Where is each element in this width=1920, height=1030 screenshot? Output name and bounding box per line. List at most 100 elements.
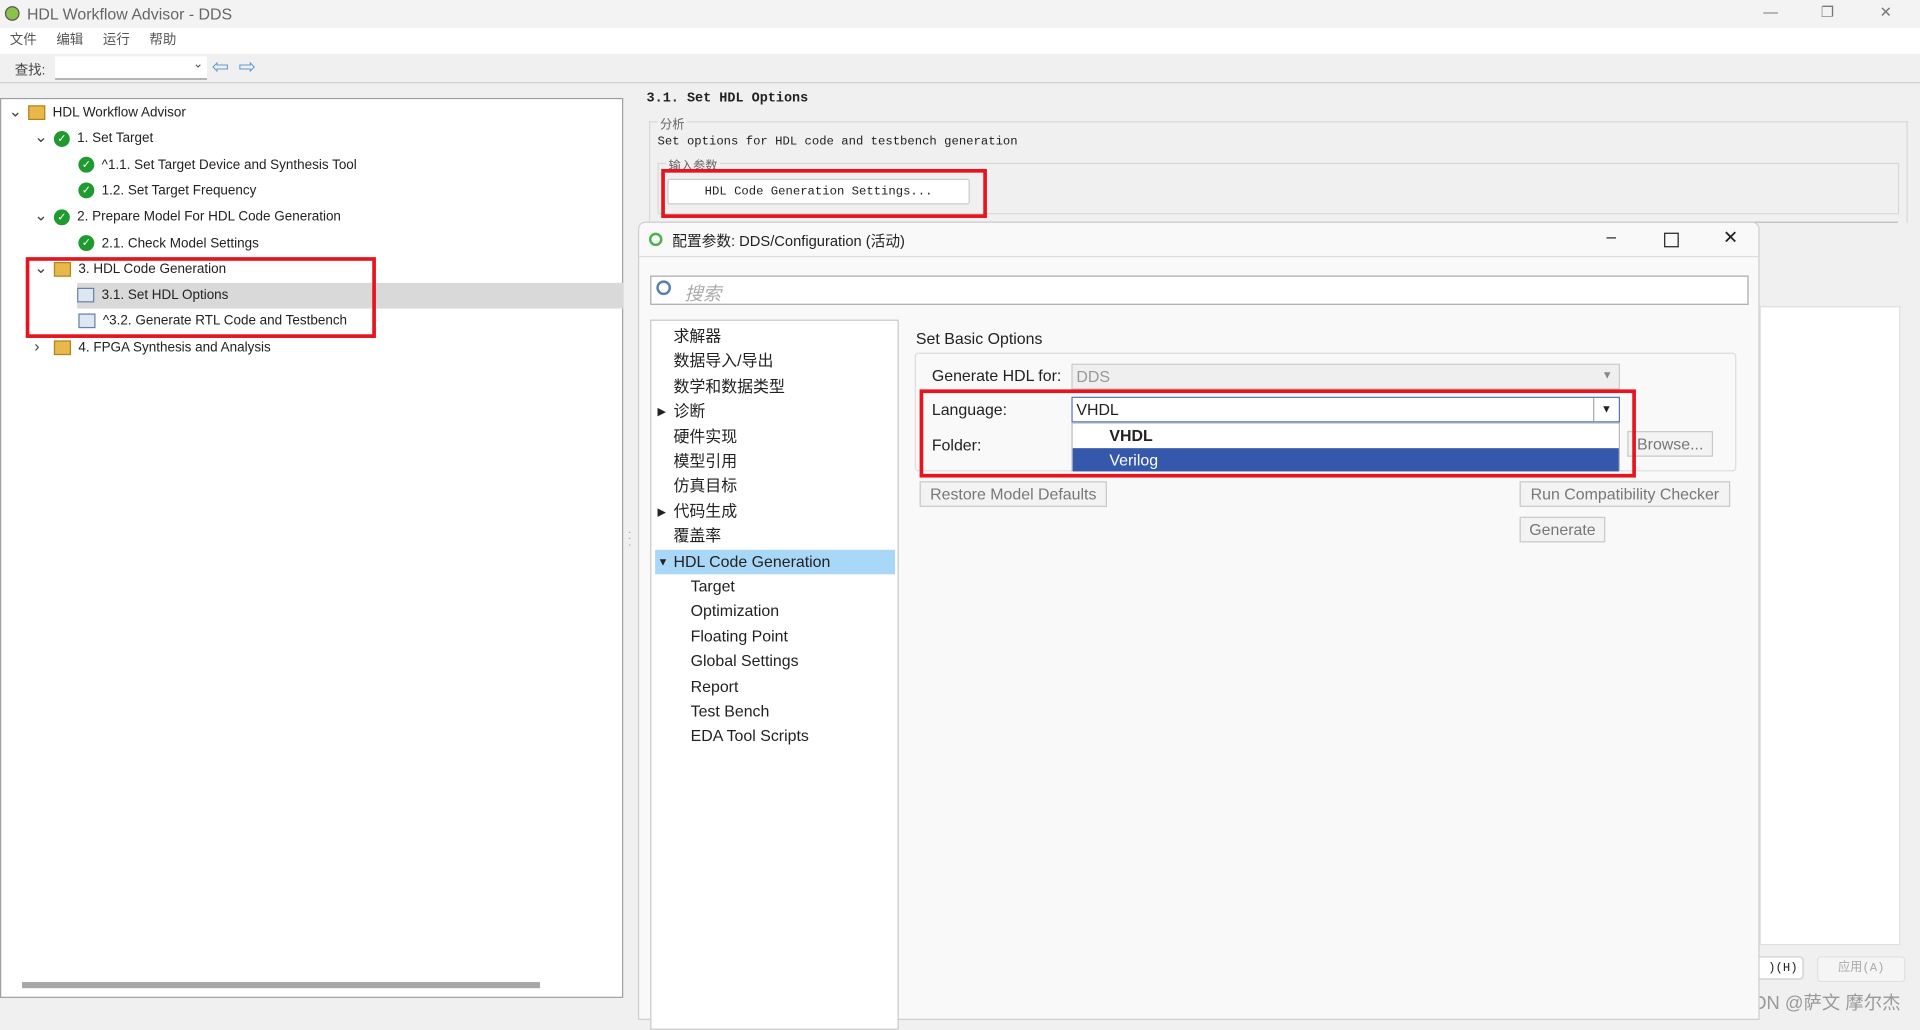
- nav-item-label: 求解器: [673, 326, 722, 346]
- generate-for-label: Generate HDL for:: [931, 366, 1062, 385]
- collapse-icon[interactable]: ▼: [658, 549, 669, 573]
- nav-item-label: Optimization: [690, 601, 780, 621]
- section-title: Set Basic Options: [915, 329, 1043, 348]
- dialog-minimize-button[interactable]: –: [1607, 227, 1617, 247]
- menu-help[interactable]: 帮助: [149, 33, 176, 48]
- tree-item-label: 1. Set Target: [77, 131, 154, 147]
- nav-item-label: 模型引用: [673, 451, 738, 471]
- splitter-handle[interactable]: · · ·: [628, 527, 631, 549]
- nav-item-label: 硬件实现: [673, 426, 738, 446]
- expand-icon[interactable]: ▶: [658, 399, 666, 423]
- tree-item-label: ^1.1. Set Target Device and Synthesis To…: [101, 157, 357, 173]
- tree-item[interactable]: ✓ 1.2. Set Target Frequency: [78, 179, 256, 205]
- check-icon: ✓: [78, 156, 95, 173]
- task-description: Set options for HDL code and testbench g…: [657, 135, 1018, 150]
- nav-item[interactable]: Report: [655, 674, 895, 698]
- check-icon: ✓: [78, 183, 95, 199]
- nav-item-label: 代码生成: [673, 501, 738, 521]
- nav-item[interactable]: Floating Point: [655, 624, 895, 648]
- nav-item-label: Test Bench: [690, 701, 770, 721]
- nav-item[interactable]: ▼ HDL Code Generation: [655, 549, 896, 574]
- expand-icon[interactable]: ›: [34, 336, 49, 356]
- collapse-icon[interactable]: ⌄: [9, 102, 24, 122]
- task-title: 3.1. Set HDL Options: [646, 91, 809, 107]
- forward-arrow-icon[interactable]: ⇨: [239, 55, 256, 79]
- nav-item[interactable]: Global Settings: [655, 649, 895, 673]
- menu-run[interactable]: 运行: [103, 33, 130, 48]
- app-icon: [4, 6, 20, 21]
- nav-item[interactable]: 覆盖率: [655, 524, 895, 548]
- tree-item[interactable]: ✓ ^1.1. Set Target Device and Synthesis T…: [78, 153, 357, 179]
- search-placeholder: 搜索: [684, 284, 722, 305]
- nav-item-label: 诊断: [673, 401, 706, 421]
- folder-icon: [53, 340, 72, 355]
- nav-item[interactable]: 硬件实现: [655, 424, 895, 448]
- folder-icon: [28, 105, 46, 121]
- check-icon: ✓: [78, 235, 95, 252]
- dialog-close-button[interactable]: ✕: [1723, 227, 1738, 249]
- tree-item-label: 1.2. Set Target Frequency: [101, 183, 257, 199]
- search-icon: [656, 280, 672, 296]
- annotation-box: [661, 168, 987, 218]
- back-arrow-icon[interactable]: ⇦: [212, 55, 229, 79]
- nav-item[interactable]: 求解器: [655, 324, 895, 348]
- annotation-box: [25, 257, 376, 338]
- nav-item-label: EDA Tool Scripts: [690, 726, 809, 745]
- nav-item-label: Target: [690, 576, 735, 596]
- tree-item[interactable]: HDL Workflow Advisor: [28, 100, 186, 126]
- config-icon: [648, 232, 663, 247]
- search-input[interactable]: 搜索: [650, 275, 1749, 305]
- toolbar: 查找: ⌄ ⇦ ⇨: [0, 53, 1920, 84]
- minimize-button[interactable]: —: [1763, 4, 1778, 21]
- nav-item[interactable]: 模型引用: [655, 449, 895, 473]
- nav-item[interactable]: EDA Tool Scripts: [655, 724, 895, 748]
- nav-item[interactable]: Test Bench: [655, 699, 895, 723]
- nav-item[interactable]: 仿真目标: [655, 474, 895, 498]
- tree-item-label: 2.1. Check Model Settings: [101, 235, 259, 251]
- nav-item[interactable]: Target: [655, 574, 895, 598]
- check-icon: ✓: [53, 130, 70, 147]
- find-label: 查找:: [14, 63, 46, 79]
- tree-item-label: 2. Prepare Model For HDL Code Generation: [77, 209, 341, 225]
- collapse-icon[interactable]: ⌄: [34, 128, 49, 148]
- expand-icon[interactable]: ▶: [658, 499, 666, 523]
- generate-for-value: DDS: [1076, 367, 1110, 386]
- tree-item-label: HDL Workflow Advisor: [52, 105, 186, 121]
- nav-item[interactable]: 数学和数据类型: [655, 374, 895, 398]
- window-title: HDL Workflow Advisor - DDS: [26, 4, 233, 24]
- tree-scrollbar[interactable]: [22, 982, 541, 989]
- tree-item[interactable]: ✓ 2. Prepare Model For HDL Code Generatio…: [53, 205, 341, 231]
- workflow-tree: ⌄ HDL Workflow Advisor ⌄ ✓ 1. Set Target ✓ ^1.…: [0, 97, 624, 998]
- dropdown-arrow-icon: ▼: [1601, 368, 1613, 381]
- generate-button[interactable]: Generate: [1519, 516, 1606, 543]
- nav-item-label: HDL Code Generation: [673, 551, 831, 571]
- dialog-title: 配置参数: DDS/Configuration (活动): [672, 232, 905, 250]
- menu-edit[interactable]: 编辑: [56, 33, 83, 48]
- apply-button[interactable]: 应用(A): [1817, 956, 1906, 983]
- nav-item[interactable]: Optimization: [655, 599, 895, 623]
- task-result-area: [1759, 306, 1901, 946]
- nav-item-label: Global Settings: [690, 651, 799, 671]
- analysis-legend: 分析: [657, 113, 687, 133]
- nav-item[interactable]: ▶ 代码生成: [655, 499, 895, 523]
- dialog-maximize-button[interactable]: [1664, 232, 1679, 248]
- nav-item[interactable]: ▶ 诊断: [655, 399, 895, 423]
- collapse-icon[interactable]: ⌄: [34, 206, 49, 226]
- browse-button[interactable]: Browse...: [1627, 431, 1714, 457]
- nav-item-label: 覆盖率: [673, 526, 722, 546]
- nav-item-label: 数学和数据类型: [673, 376, 785, 396]
- tree-item[interactable]: ✓ 1. Set Target: [53, 126, 154, 152]
- run-compatibility-checker-button[interactable]: Run Compatibility Checker: [1519, 481, 1731, 507]
- nav-item[interactable]: 数据导入/导出: [655, 349, 895, 373]
- restore-button[interactable]: ❐: [1821, 4, 1834, 21]
- title-bar: HDL Workflow Advisor - DDS — ❐ ✕: [0, 0, 1920, 29]
- tree-item[interactable]: 4. FPGA Synthesis and Analysis: [53, 335, 271, 361]
- config-dialog: 配置参数: DDS/Configuration (活动) – ✕ 搜索 求解器数…: [637, 221, 1760, 1030]
- tree-item[interactable]: ✓ 2.1. Check Model Settings: [78, 231, 259, 257]
- find-combo[interactable]: ⌄: [55, 56, 207, 80]
- chevron-down-icon: ⌄: [192, 57, 204, 72]
- restore-defaults-button[interactable]: Restore Model Defaults: [919, 481, 1107, 507]
- menu-file[interactable]: 文件: [10, 33, 37, 48]
- config-nav-tree: 求解器 数据导入/导出 数学和数据类型 ▶ 诊断 硬件实现 模型引用 仿真目标 ▶ 代码生成 覆盖率…: [650, 319, 899, 1030]
- close-button[interactable]: ✕: [1880, 4, 1892, 21]
